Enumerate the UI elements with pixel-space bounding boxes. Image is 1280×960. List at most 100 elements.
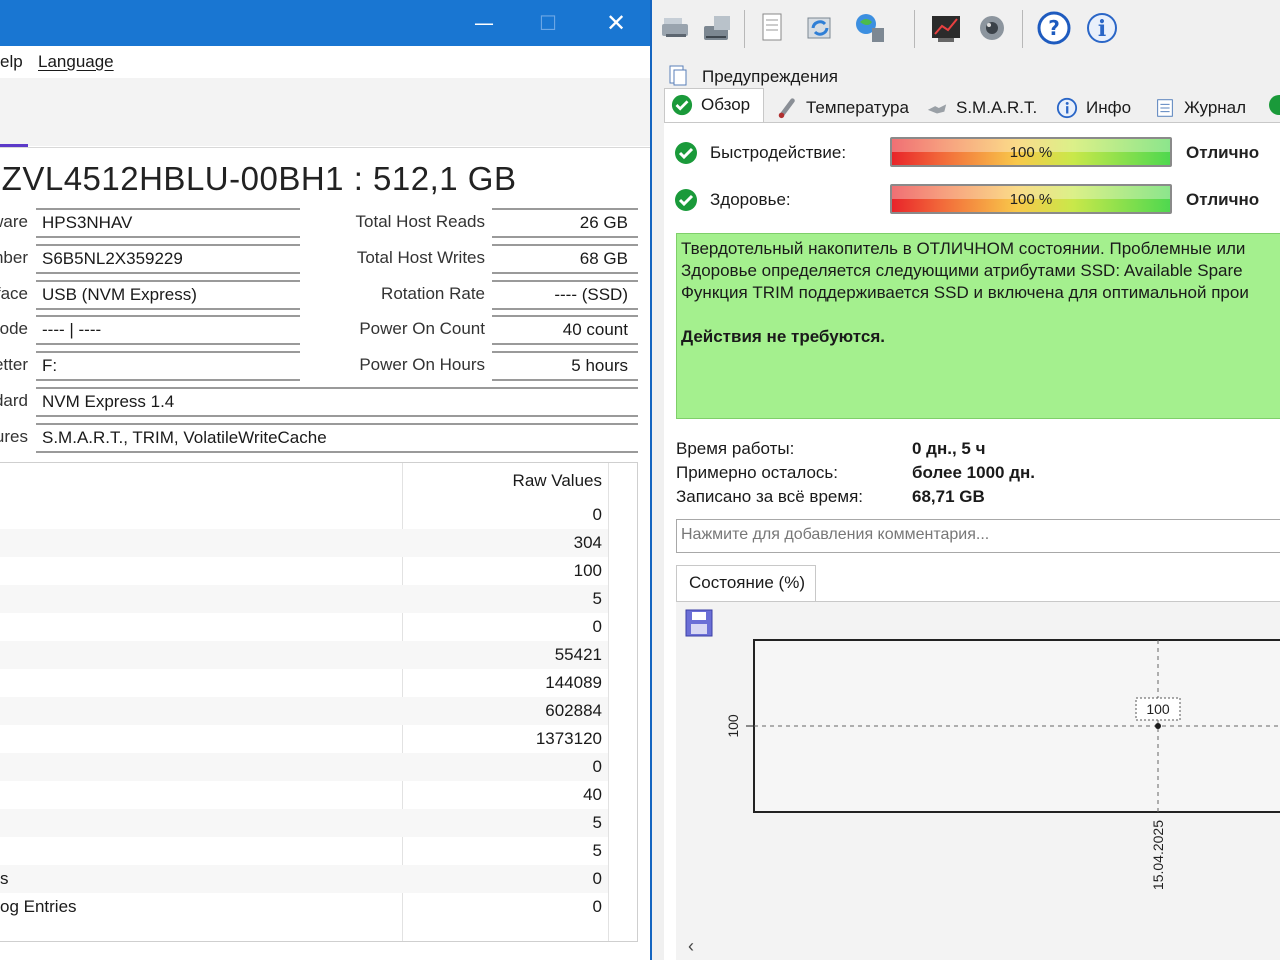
interface-field: USB (NVM Express) (36, 280, 300, 310)
right-window: ? i Предупреждения Обзор Температура S.M… (652, 0, 1280, 960)
info-label-features: ures (0, 427, 28, 446)
disk-scan-icon[interactable] (656, 10, 692, 46)
left-window: — ☐ ✕ elp Language IZVL4512HBLU-00BH1 : … (0, 0, 652, 960)
close-button[interactable]: ✕ (584, 0, 648, 46)
svg-text:i: i (1098, 16, 1106, 42)
written-value: 68,71 GB (912, 487, 985, 506)
help-icon[interactable]: ? (1036, 10, 1072, 46)
table-row[interactable]: 0 (0, 501, 608, 529)
uptime-value: 0 дн., 5 ч (912, 439, 986, 458)
health-row: Здоровье: 100 % Отлично (664, 182, 1280, 222)
info-label-drive-letter: etter (0, 355, 28, 374)
log-icon (1157, 99, 1173, 117)
written-label: Записано за всё время: (676, 487, 863, 506)
data-point (1155, 723, 1161, 729)
table-row[interactable]: 100 (0, 557, 608, 585)
table-row[interactable]: s0 (0, 865, 608, 893)
performance-verdict: Отлично (1186, 143, 1260, 162)
raw-values-header[interactable]: Raw Values (404, 471, 602, 491)
health-label: Здоровье: (710, 190, 791, 209)
toolbar-separator (1022, 10, 1023, 48)
table-row[interactable]: 5 (0, 809, 608, 837)
divider (0, 147, 650, 148)
info-label-power-on-hours: Power On Hours (359, 355, 485, 374)
info-label-interface: face (0, 284, 28, 303)
table-row[interactable]: 0 (0, 753, 608, 781)
tab-temperature[interactable]: Температура (770, 92, 920, 122)
chart-icon[interactable] (928, 10, 964, 46)
performance-percent: 100 % (1009, 144, 1053, 161)
disk-toolbar (0, 78, 650, 146)
smart-table[interactable]: Raw Values 0 304 100 5 0 55421 144089 602884 137… (0, 462, 638, 942)
minimize-button[interactable]: — (452, 0, 516, 46)
info-label-transfer-mode: ode (0, 319, 28, 338)
tab-health-chart[interactable]: Состояние (%) (676, 565, 816, 603)
sound-icon[interactable] (974, 10, 1010, 46)
tab-smart[interactable]: S.M.A.R.T. (920, 92, 1050, 122)
menu-help[interactable]: elp (0, 52, 23, 72)
main-toolbar: ? i (652, 0, 1280, 58)
raw-value: 40 (583, 785, 602, 804)
table-row[interactable]: 1373120 (0, 725, 608, 753)
raw-value: 0 (592, 869, 602, 888)
health-verdict: Отлично (1186, 190, 1260, 209)
status-description: Твердотельный накопитель в ОТЛИЧНОМ сост… (676, 233, 1280, 419)
health-bar: 100 % (890, 184, 1172, 214)
total-host-reads-field: 26 GB (492, 208, 638, 238)
table-row[interactable]: 0 (0, 613, 608, 641)
comment-input[interactable]: Нажмите для добавления комментария... (676, 519, 1280, 553)
status-line: Твердотельный накопитель в ОТЛИЧНОМ сост… (681, 239, 1246, 258)
serial-field: S6B5NL2X359229 (36, 244, 300, 274)
table-row[interactable]: 304 (0, 529, 608, 557)
save-chart-icon[interactable] (684, 608, 714, 638)
table-row[interactable]: 5 (0, 837, 608, 865)
tab-info[interactable]: Инфо (1050, 92, 1140, 122)
attribute-name: s (0, 869, 9, 888)
tab-overview-label: Обзор (701, 95, 751, 114)
raw-value: 304 (573, 533, 602, 552)
menu-language[interactable]: Language (38, 52, 114, 72)
chart-scroll-left-button[interactable]: ‹ (688, 936, 694, 957)
tab-bar: Обзор Температура S.M.A.R.T. Инфо Журнал (664, 88, 1280, 124)
info-icon[interactable]: i (1084, 10, 1120, 46)
more-tabs-icon[interactable] (1268, 94, 1280, 116)
table-row[interactable]: og Entries 0 (0, 893, 608, 921)
network-icon[interactable] (852, 10, 888, 46)
title-bar[interactable]: — ☐ ✕ (0, 0, 650, 46)
refresh-icon[interactable] (802, 10, 838, 46)
table-row[interactable]: 602884 (0, 697, 608, 725)
raw-value: 0 (592, 897, 602, 916)
maximize-button[interactable]: ☐ (516, 0, 580, 46)
thermometer-icon (778, 98, 795, 119)
table-edge (608, 463, 609, 941)
raw-value: 5 (592, 841, 602, 860)
raw-value: 0 (592, 757, 602, 776)
tab-info-label: Инфо (1086, 98, 1132, 117)
raw-value: 5 (592, 813, 602, 832)
health-chart-svg: 100 15.04.2025 100 (725, 639, 1280, 890)
info-icon (1056, 97, 1078, 119)
y-tick-label: 100 (725, 714, 741, 738)
toolbar-separator (914, 10, 915, 48)
attribute-name: og Entries (0, 897, 77, 916)
disk-drive-icon[interactable] (700, 10, 736, 46)
disk-title: IZVL4512HBLU-00BH1 : 512,1 GB (0, 160, 517, 197)
raw-value: 100 (573, 561, 602, 580)
check-icon (671, 94, 693, 116)
raw-value: 1373120 (535, 729, 602, 748)
report-icon[interactable] (754, 10, 790, 46)
power-on-count-field: 40 count (492, 315, 638, 345)
performance-bar: 100 % (890, 137, 1172, 167)
table-row[interactable]: 144089 (0, 669, 608, 697)
plot-frame (753, 639, 1280, 813)
rotation-rate-field: ---- (SSD) (492, 280, 638, 310)
raw-value: 144089 (545, 673, 602, 692)
table-row[interactable]: 40 (0, 781, 608, 809)
info-label-serial: nber (0, 248, 28, 267)
tab-log[interactable]: Журнал (1148, 92, 1258, 122)
table-row[interactable]: 5 (0, 585, 608, 613)
status-line: Здоровье определяется следующими атрибут… (681, 261, 1243, 280)
raw-value: 602884 (545, 701, 602, 720)
tab-overview[interactable]: Обзор (664, 88, 764, 124)
table-row[interactable]: 55421 (0, 641, 608, 669)
